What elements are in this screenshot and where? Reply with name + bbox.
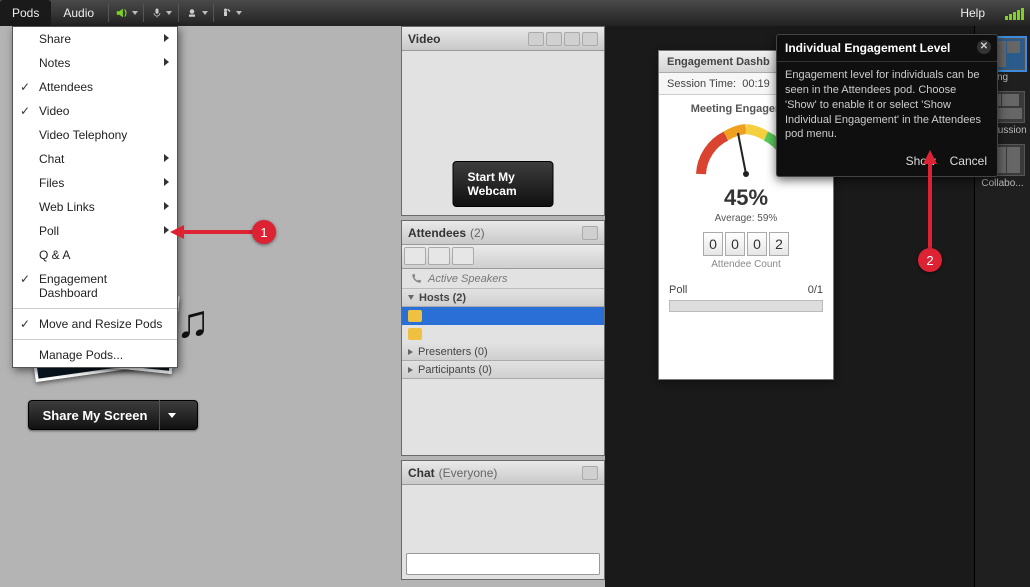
chat-pod-header[interactable]: Chat (Everyone) [402,461,604,485]
active-speakers-row: Active Speakers [402,269,604,289]
menu-move-resize[interactable]: ✓Move and Resize Pods [13,312,177,336]
speaker-icon[interactable] [112,2,140,24]
attendees-view-icon[interactable] [404,247,426,265]
attendee-counter: 0002 [659,232,833,256]
attendees-view-icon[interactable] [428,247,450,265]
check-icon: ✓ [20,80,30,94]
tooltip-cancel-button[interactable]: Cancel [950,154,987,168]
menu-chat[interactable]: Chat [13,147,177,171]
pod-menu-icon[interactable] [582,466,598,480]
menu-manage-pods[interactable]: Manage Pods... [13,343,177,367]
attendees-pod-header[interactable]: Attendees (2) [402,221,604,245]
menu-divider [178,4,179,22]
pod-menu-icon[interactable] [582,32,598,46]
attendees-toolbar [402,245,604,269]
host-icon [408,328,422,340]
engagement-percent: 45% [659,185,833,211]
chat-title: Chat [408,466,435,480]
presenters-section[interactable]: Presenters (0) [402,343,604,361]
tooltip-body: Engagement level for individuals can be … [777,62,997,150]
music-note-icon: ♫ [176,294,211,348]
poll-row: Poll0/1 [659,274,833,300]
menu-share[interactable]: Share [13,27,177,51]
engagement-average: Average: 59% [659,213,833,224]
attendee-row[interactable] [402,325,604,343]
menubar: Pods Audio Help [0,0,1030,26]
poll-progress-bar [669,300,823,312]
start-webcam-button[interactable]: Start My Webcam [453,161,554,207]
share-button-caret[interactable] [159,400,183,430]
hosts-section[interactable]: Hosts (2) [402,289,604,307]
attendees-count: (2) [470,226,485,240]
engagement-tooltip: Individual Engagement Level ✕ Engagement… [776,34,998,177]
pod-control-icon[interactable] [546,32,562,46]
pod-menu-icon[interactable] [582,226,598,240]
annotation-callout-1: 1 [252,220,276,244]
pods-menu-dropdown: Share Notes ✓Attendees ✓Video Video Tele… [12,26,178,368]
menu-poll[interactable]: Poll [13,219,177,243]
annotation-arrow-icon [920,150,940,250]
pod-control-icon[interactable] [564,32,580,46]
layout-label: Collabo... [975,178,1030,189]
attendees-view-icon[interactable] [452,247,474,265]
menu-qa[interactable]: Q & A [13,243,177,267]
menu-divider [108,4,109,22]
share-button-label: Share My Screen [43,408,148,423]
video-pod: Video Start My Webcam [401,26,605,216]
chat-pod: Chat (Everyone) [401,460,605,580]
mic-icon[interactable] [147,2,175,24]
menu-attendees[interactable]: ✓Attendees [13,75,177,99]
webcam-icon[interactable] [182,2,210,24]
counter-label: Attendee Count [659,259,833,270]
annotation-callout-2: 2 [918,248,942,272]
menu-pods[interactable]: Pods [0,0,51,26]
menu-files[interactable]: Files [13,171,177,195]
connection-signal-icon [1005,6,1024,20]
attendee-row[interactable] [402,307,604,325]
tooltip-title: Individual Engagement Level ✕ [777,35,997,62]
menu-weblinks[interactable]: Web Links [13,195,177,219]
menu-notes[interactable]: Notes [13,51,177,75]
menu-engagement-dashboard[interactable]: ✓Engagement Dashboard [13,267,177,305]
menu-audio[interactable]: Audio [51,0,106,26]
annotation-arrow-icon [170,222,260,242]
video-pod-title: Video [408,32,440,46]
menu-help[interactable]: Help [948,0,997,26]
chat-scope: (Everyone) [439,466,498,480]
participants-section[interactable]: Participants (0) [402,361,604,379]
attendees-pod: Attendees (2) Active Speakers Hosts (2) … [401,220,605,456]
video-pod-header[interactable]: Video [402,27,604,51]
raise-hand-icon[interactable] [217,2,245,24]
pod-control-icon[interactable] [528,32,544,46]
close-icon[interactable]: ✕ [977,40,991,54]
menu-divider [143,4,144,22]
menu-video-telephony[interactable]: Video Telephony [13,123,177,147]
submenu-arrow-icon [164,34,169,42]
menu-divider [213,4,214,22]
share-my-screen-button[interactable]: Share My Screen [28,400,198,430]
chat-input[interactable] [406,553,600,575]
host-icon [408,310,422,322]
phone-icon [410,273,422,285]
attendees-title: Attendees [408,226,466,240]
menu-video[interactable]: ✓Video [13,99,177,123]
